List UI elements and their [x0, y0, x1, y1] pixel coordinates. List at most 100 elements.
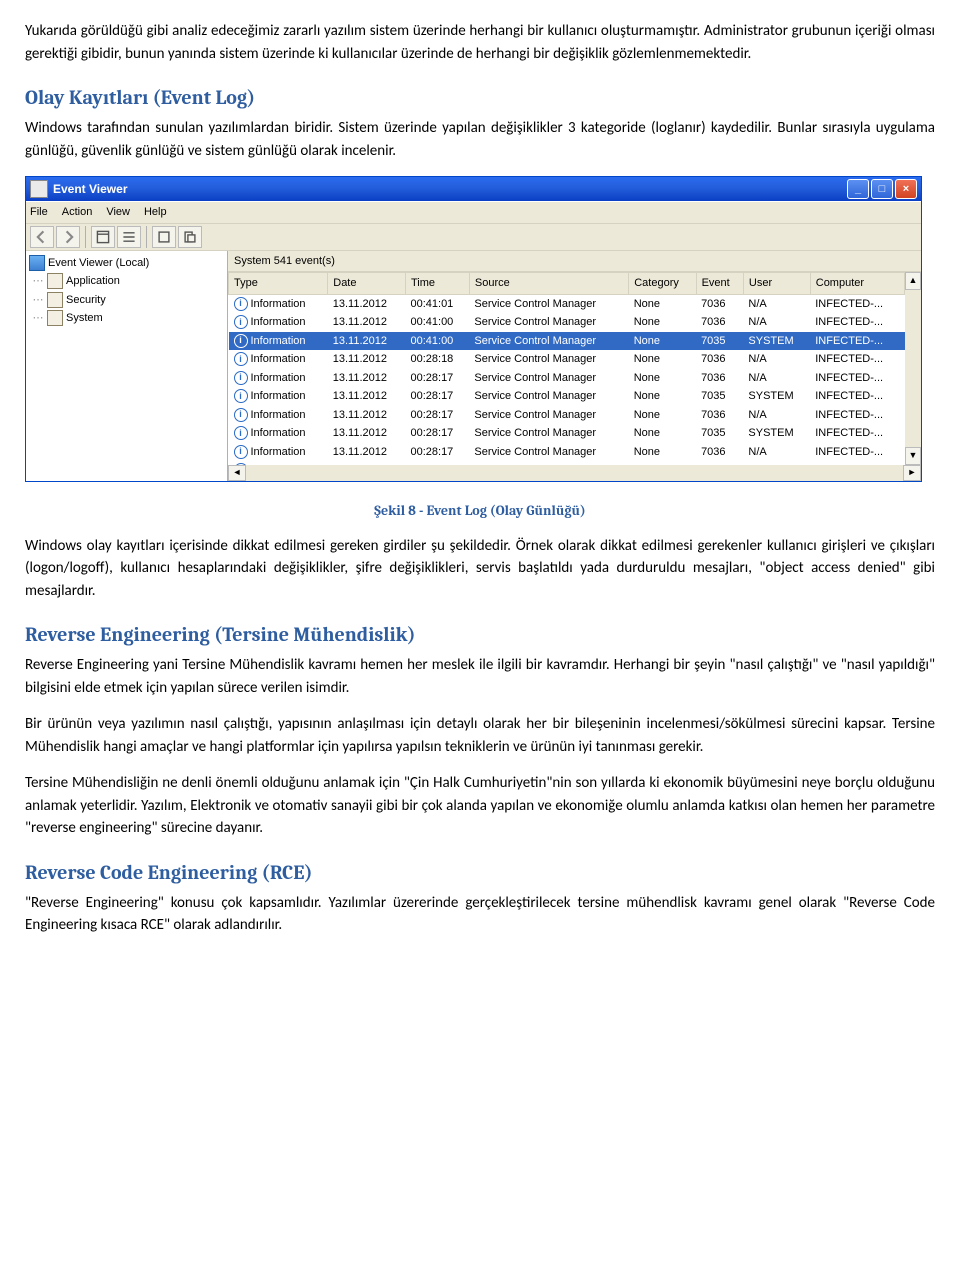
cell-type: Information	[251, 407, 306, 424]
info-icon: i	[234, 445, 248, 459]
paragraph: Reverse Engineering yani Tersine Mühendi…	[25, 654, 935, 699]
cell-event: 7035	[696, 387, 743, 406]
column-header[interactable]: Time	[405, 273, 469, 295]
close-button[interactable]: ×	[895, 179, 917, 199]
tree-item[interactable]: ⋯System	[29, 309, 224, 328]
cell-category: None	[629, 387, 696, 406]
column-header[interactable]: Category	[629, 273, 696, 295]
table-row[interactable]: iInformation13.11.201200:41:00Service Co…	[229, 332, 905, 351]
column-header[interactable]: Source	[469, 273, 628, 295]
tree-item[interactable]: ⋯Application	[29, 272, 224, 291]
cell-user: SYSTEM	[743, 332, 810, 351]
scroll-track[interactable]	[905, 290, 921, 447]
table-row[interactable]: iInformation13.11.201200:28:18Service Co…	[229, 350, 905, 369]
table-row[interactable]: iInformation13.11.201200:28:17Service Co…	[229, 406, 905, 425]
cell-date: 13.11.2012	[328, 461, 406, 465]
tree-item-label: System	[66, 310, 103, 327]
cell-type: Information	[251, 462, 306, 465]
cell-time: 00:28:17	[405, 387, 469, 406]
cell-computer: INFECTED-...	[810, 461, 904, 465]
cell-event: 7036	[696, 350, 743, 369]
tree-item[interactable]: ⋯Security	[29, 291, 224, 310]
cell-type: Information	[251, 351, 306, 368]
cell-event: 7035	[696, 424, 743, 443]
cell-user: N/A	[743, 350, 810, 369]
cell-type: Information	[251, 370, 306, 387]
cell-computer: INFECTED-...	[810, 424, 904, 443]
cell-user: SYSTEM	[743, 387, 810, 406]
cell-user: N/A	[743, 369, 810, 388]
cell-category: None	[629, 369, 696, 388]
column-header[interactable]: Event	[696, 273, 743, 295]
column-header[interactable]: Type	[229, 273, 328, 295]
table-row[interactable]: iInformation13.11.201200:41:01Service Co…	[229, 294, 905, 313]
menubar: File Action View Help	[26, 201, 921, 224]
cell-category: None	[629, 313, 696, 332]
cell-time: 00:28:17	[405, 461, 469, 465]
titlebar[interactable]: Event Viewer _ □ ×	[26, 177, 921, 201]
paragraph: Bir ürünün veya yazılımın nasıl çalıştığ…	[25, 713, 935, 758]
event-table: TypeDateTimeSourceCategoryEventUserCompu…	[228, 272, 905, 465]
table-row[interactable]: iInformation13.11.201200:41:00Service Co…	[229, 313, 905, 332]
tree-root[interactable]: Event Viewer (Local)	[29, 254, 224, 273]
cell-event: 7036	[696, 443, 743, 462]
tree-panel: Event Viewer (Local) ⋯Application⋯Securi…	[26, 251, 228, 481]
properties-button[interactable]	[91, 226, 115, 248]
export-button[interactable]	[178, 226, 202, 248]
paragraph: Yukarıda görüldüğü gibi analiz edeceğimi…	[25, 20, 935, 65]
page-icon	[47, 292, 63, 308]
column-header[interactable]: Computer	[810, 273, 904, 295]
vertical-scrollbar[interactable]: ▲ ▼	[905, 272, 921, 465]
forward-button[interactable]	[56, 226, 80, 248]
book-icon	[29, 255, 45, 271]
table-row[interactable]: iInformation13.11.201200:28:17Service Co…	[229, 461, 905, 465]
horizontal-scrollbar[interactable]: ◄ ►	[228, 465, 921, 481]
cell-type: Information	[251, 333, 306, 350]
page-icon	[47, 273, 63, 289]
cell-event: 7035	[696, 332, 743, 351]
menu-action[interactable]: Action	[62, 204, 93, 221]
cell-event: 7036	[696, 406, 743, 425]
scroll-up-button[interactable]: ▲	[905, 272, 921, 290]
cell-source: Service Control Manager	[469, 350, 628, 369]
tree-item-label: Application	[66, 273, 120, 290]
cell-type: Information	[251, 425, 306, 442]
cell-date: 13.11.2012	[328, 443, 406, 462]
minimize-button[interactable]: _	[847, 179, 869, 199]
table-row[interactable]: iInformation13.11.201200:28:17Service Co…	[229, 387, 905, 406]
table-row[interactable]: iInformation13.11.201200:28:17Service Co…	[229, 443, 905, 462]
cell-event: 7036	[696, 313, 743, 332]
scroll-track[interactable]	[246, 465, 903, 481]
cell-time: 00:41:01	[405, 294, 469, 313]
cell-type: Information	[251, 444, 306, 461]
back-button[interactable]	[30, 226, 54, 248]
column-header[interactable]: Date	[328, 273, 406, 295]
cell-date: 13.11.2012	[328, 369, 406, 388]
cell-computer: INFECTED-...	[810, 332, 904, 351]
info-icon: i	[234, 389, 248, 403]
table-row[interactable]: iInformation13.11.201200:28:17Service Co…	[229, 424, 905, 443]
cell-computer: INFECTED-...	[810, 443, 904, 462]
scroll-down-button[interactable]: ▼	[905, 447, 921, 465]
cell-event: 7036	[696, 369, 743, 388]
table-row[interactable]: iInformation13.11.201200:28:17Service Co…	[229, 369, 905, 388]
cell-computer: INFECTED-...	[810, 313, 904, 332]
cell-type: Information	[251, 314, 306, 331]
maximize-button[interactable]: □	[871, 179, 893, 199]
cell-source: Service Control Manager	[469, 332, 628, 351]
info-icon: i	[234, 426, 248, 440]
menu-view[interactable]: View	[106, 204, 130, 221]
cell-user: N/A	[743, 406, 810, 425]
menu-help[interactable]: Help	[144, 204, 167, 221]
info-icon: i	[234, 463, 248, 464]
refresh-button[interactable]	[152, 226, 176, 248]
cell-date: 13.11.2012	[328, 424, 406, 443]
list-button[interactable]	[117, 226, 141, 248]
toolbar	[26, 224, 921, 251]
scroll-left-button[interactable]: ◄	[228, 465, 246, 481]
menu-file[interactable]: File	[30, 204, 48, 221]
column-header[interactable]: User	[743, 273, 810, 295]
cell-source: Service Control Manager	[469, 294, 628, 313]
scroll-right-button[interactable]: ►	[903, 465, 921, 481]
cell-user: N/A	[743, 443, 810, 462]
